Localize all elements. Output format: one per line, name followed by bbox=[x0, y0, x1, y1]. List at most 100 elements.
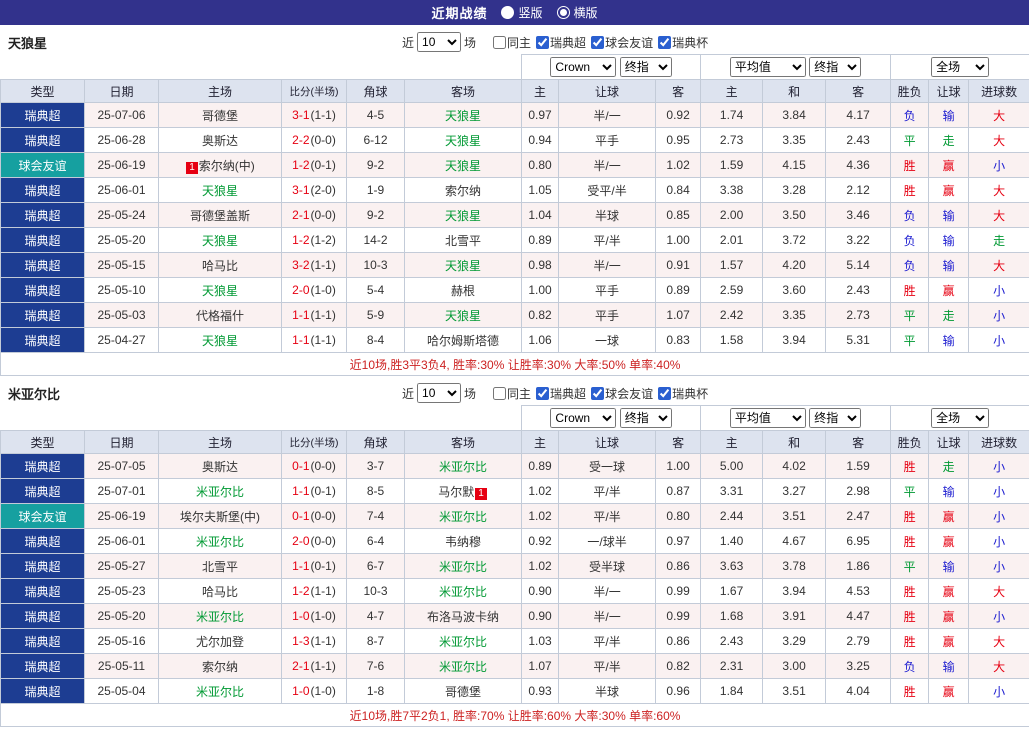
date-cell: 25-05-23 bbox=[84, 578, 159, 604]
avg-draw-cell: 3.29 bbox=[762, 628, 827, 654]
average-select[interactable]: 平均值 bbox=[729, 57, 806, 77]
date-cell: 25-06-28 bbox=[84, 127, 159, 153]
filter-checkbox[interactable]: 瑞典超 bbox=[536, 385, 586, 402]
checkbox-input[interactable] bbox=[493, 35, 507, 49]
horizontal-radio-icon[interactable] bbox=[556, 6, 570, 19]
home-team-cell: 索尔纳 bbox=[158, 653, 282, 679]
checkbox-input[interactable] bbox=[536, 386, 550, 400]
checkbox-label: 同主 bbox=[507, 35, 532, 50]
odds-home-cell: 0.89 bbox=[521, 453, 560, 479]
handicap-cell: 一球 bbox=[558, 327, 657, 353]
checkbox-label: 瑞典杯 bbox=[672, 35, 709, 50]
avg-home-cell: 2.43 bbox=[700, 628, 764, 654]
home-team-name: 米亚尔比 bbox=[195, 609, 244, 624]
corners-cell: 6-12 bbox=[346, 127, 405, 153]
checkbox-input[interactable] bbox=[658, 35, 672, 49]
goals-result-cell: 大 bbox=[968, 102, 1029, 128]
avg-draw-cell: 3.00 bbox=[762, 653, 827, 679]
checkbox-input[interactable] bbox=[658, 386, 672, 400]
score-cell: 1-2(0-1) bbox=[281, 152, 347, 178]
bookmaker-select[interactable]: Crown bbox=[550, 408, 617, 428]
full-match-select[interactable]: 全场 bbox=[931, 408, 990, 428]
odds-home-cell: 1.02 bbox=[521, 553, 560, 579]
fulltime-score: 1-2 bbox=[292, 158, 310, 172]
handicap-result-cell: 赢 bbox=[928, 177, 970, 203]
checkbox-input[interactable] bbox=[591, 386, 605, 400]
goals-result-cell: 大 bbox=[968, 202, 1029, 228]
date-cell: 25-06-01 bbox=[84, 177, 159, 203]
away-team-name: 北雪平 bbox=[445, 233, 482, 248]
view-option-vertical[interactable]: 竖版 bbox=[501, 4, 543, 21]
score-cell: 1-1(0-1) bbox=[281, 478, 347, 504]
checkbox-input[interactable] bbox=[591, 35, 605, 49]
filter-checkbox[interactable]: 同主 bbox=[493, 34, 531, 51]
filter-bar: 近 10 场 同主 瑞典超 球会友谊 瑞典杯 bbox=[402, 381, 708, 405]
match-count-select[interactable]: 10 bbox=[417, 32, 462, 52]
corners-cell: 4-5 bbox=[346, 102, 405, 128]
col-avg-away: 客 bbox=[825, 430, 892, 454]
top-bar: 近期战绩 竖版 横版 bbox=[0, 0, 1029, 25]
final-index-select[interactable]: 终指 bbox=[619, 57, 672, 77]
date-cell: 25-06-01 bbox=[84, 528, 159, 554]
match-type-cell: 瑞典超 bbox=[0, 252, 85, 278]
corners-cell: 1-9 bbox=[346, 177, 405, 203]
goals-result-cell: 小 bbox=[968, 327, 1029, 353]
home-team-name: 索尔纳(中) bbox=[198, 158, 255, 173]
view-option-horizontal[interactable]: 横版 bbox=[556, 4, 598, 21]
halftime-score: (1-2) bbox=[310, 233, 336, 247]
away-team-cell: 天狼星 bbox=[403, 152, 523, 178]
match-type-cell: 瑞典超 bbox=[0, 327, 85, 353]
odds-home-cell: 1.06 bbox=[521, 327, 560, 353]
match-type-cell: 瑞典超 bbox=[0, 478, 85, 504]
average-select[interactable]: 平均值 bbox=[729, 408, 806, 428]
table-row: 瑞典超 25-05-11 索尔纳 2-1(1-1) 7-6 米亚尔比 1.07 平/半 0.82… bbox=[0, 653, 1029, 679]
handicap-result-cell: 走 bbox=[928, 453, 970, 479]
filter-checkbox[interactable]: 瑞典超 bbox=[536, 34, 586, 51]
home-team-cell: 天狼星 bbox=[158, 177, 282, 203]
summary-row: 近10场,胜3平3负4, 胜率:30% 让胜率:30% 大率:50% 单率:40… bbox=[0, 352, 1029, 376]
filter-checkbox[interactable]: 球会友谊 bbox=[591, 385, 653, 402]
final-index-select[interactable]: 终指 bbox=[619, 408, 672, 428]
filter-bar: 近 10 场 同主 瑞典超 球会友谊 瑞典杯 bbox=[402, 30, 708, 54]
col-odds-home: 主 bbox=[521, 430, 560, 454]
filter-checkbox[interactable]: 球会友谊 bbox=[591, 34, 653, 51]
match-type-cell: 瑞典超 bbox=[0, 102, 85, 128]
filter-checkbox[interactable]: 同主 bbox=[493, 385, 531, 402]
away-team-name: 天狼星 bbox=[445, 308, 482, 323]
avg-draw-cell: 4.67 bbox=[762, 528, 827, 554]
score-cell: 1-1(1-1) bbox=[281, 302, 347, 328]
checkbox-input[interactable] bbox=[536, 35, 550, 49]
vertical-radio-icon[interactable] bbox=[501, 6, 515, 19]
corners-cell: 6-7 bbox=[346, 553, 405, 579]
score-cell: 3-1(1-1) bbox=[281, 102, 347, 128]
score-cell: 1-2(1-1) bbox=[281, 578, 347, 604]
bookmaker-select[interactable]: Crown bbox=[550, 57, 617, 77]
full-match-select[interactable]: 全场 bbox=[931, 57, 990, 77]
goals-result-cell: 小 bbox=[968, 528, 1029, 554]
avg-away-cell: 4.47 bbox=[825, 603, 892, 629]
handicap-result-cell: 赢 bbox=[928, 628, 970, 654]
avg-home-cell: 2.42 bbox=[700, 302, 764, 328]
away-team-cell: 米亚尔比 bbox=[403, 578, 523, 604]
match-count-select[interactable]: 10 bbox=[417, 383, 462, 403]
halftime-score: (1-1) bbox=[310, 108, 336, 122]
handicap-result-cell: 输 bbox=[928, 252, 970, 278]
col-odds-handicap: 让球 bbox=[558, 430, 657, 454]
score-cell: 0-1(0-0) bbox=[281, 453, 347, 479]
filter-checkbox[interactable]: 瑞典杯 bbox=[658, 34, 708, 51]
avg-away-cell: 2.73 bbox=[825, 302, 892, 328]
checkbox-input[interactable] bbox=[493, 386, 507, 400]
goals-result-cell: 大 bbox=[968, 252, 1029, 278]
filter-checkbox[interactable]: 瑞典杯 bbox=[658, 385, 708, 402]
handicap-result-cell: 赢 bbox=[928, 578, 970, 604]
final-index-select-2[interactable]: 终指 bbox=[809, 408, 862, 428]
home-team-name: 奥斯达 bbox=[201, 133, 238, 148]
avg-draw-cell: 3.51 bbox=[762, 678, 827, 704]
goals-result-cell: 走 bbox=[968, 227, 1029, 253]
avg-away-cell: 4.04 bbox=[825, 678, 892, 704]
final-index-select-2[interactable]: 终指 bbox=[809, 57, 862, 77]
home-team-name: 天狼星 bbox=[201, 283, 238, 298]
date-cell: 25-05-16 bbox=[84, 628, 159, 654]
corners-cell: 8-4 bbox=[346, 327, 405, 353]
halftime-score: (0-0) bbox=[310, 133, 336, 147]
